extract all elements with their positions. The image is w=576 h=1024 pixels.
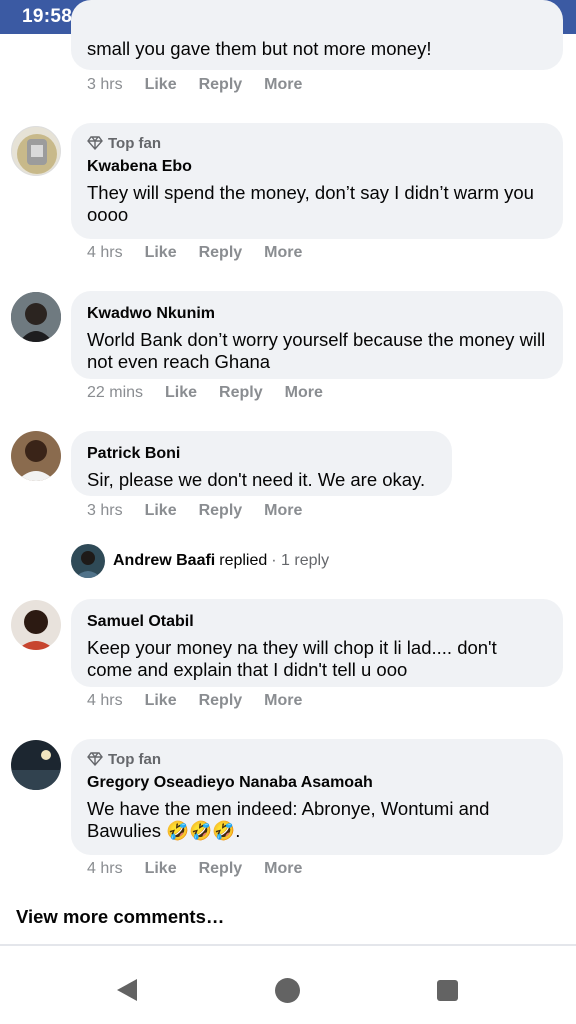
avatar[interactable] — [11, 292, 61, 342]
navigation-bar — [0, 958, 576, 1024]
comment-time: 4 hrs — [87, 244, 123, 261]
comment-text: We have the men indeed: Abronye, Wontumi… — [87, 798, 547, 842]
comment-bubble: Kwadwo Nkunim World Bank don’t worry you… — [71, 291, 563, 379]
comment-text-body: We have the men indeed: Abronye, Wontumi… — [87, 798, 490, 841]
reply-button[interactable]: Reply — [199, 502, 243, 520]
reply-button[interactable]: Reply — [219, 384, 263, 402]
comment-time: 3 hrs — [87, 76, 123, 93]
comment-bubble: small you gave them but not more money! — [71, 0, 563, 70]
comment-actions: 4 hrs Like Reply More — [87, 691, 302, 711]
reply-button[interactable]: Reply — [199, 860, 243, 878]
reply-word: replied — [219, 552, 268, 569]
view-more-comments-link[interactable]: View more comments… — [16, 906, 224, 928]
avatar[interactable] — [11, 126, 61, 176]
comment-text: Keep your money na they will chop it li … — [87, 637, 497, 680]
like-button[interactable]: Like — [145, 692, 177, 710]
recent-apps-icon[interactable] — [437, 980, 458, 1001]
comment-text: World Bank don’t worry yourself because … — [87, 329, 546, 372]
divider — [0, 944, 576, 946]
comment-author[interactable]: Patrick Boni — [87, 443, 436, 464]
more-button[interactable]: More — [264, 692, 302, 710]
comment-text: small you gave them but not more money! — [87, 38, 432, 59]
comment-time: 3 hrs — [87, 502, 123, 519]
comment-bubble: Samuel Otabil Keep your money na they wi… — [71, 599, 563, 687]
comment-author[interactable]: Kwabena Ebo — [87, 156, 547, 177]
comment-actions: 3 hrs Like Reply More — [87, 501, 302, 521]
more-button[interactable]: More — [264, 860, 302, 878]
like-button[interactable]: Like — [145, 502, 177, 520]
back-icon[interactable] — [117, 979, 137, 1001]
avatar — [71, 544, 105, 578]
comment-time: 4 hrs — [87, 860, 123, 877]
like-button[interactable]: Like — [145, 860, 177, 878]
comment-text: Sir, please we don't need it. We are oka… — [87, 469, 426, 490]
top-fan-badge: Top fan — [87, 749, 547, 769]
diamond-icon — [87, 136, 103, 150]
more-button[interactable]: More — [264, 502, 302, 520]
comment-actions: 22 mins Like Reply More — [87, 383, 323, 403]
comment-actions: 3 hrs Like Reply More — [87, 75, 302, 95]
avatar[interactable] — [11, 431, 61, 481]
top-fan-label: Top fan — [108, 134, 162, 152]
reply-summary[interactable]: Andrew Baafi replied · 1 reply — [71, 544, 329, 578]
reply-button[interactable]: Reply — [199, 76, 243, 94]
top-fan-badge: Top fan — [87, 133, 547, 153]
more-button[interactable]: More — [285, 384, 323, 402]
home-icon[interactable] — [275, 978, 300, 1003]
comment-author[interactable]: Kwadwo Nkunim — [87, 303, 547, 324]
diamond-icon — [87, 752, 103, 766]
reply-button[interactable]: Reply — [199, 692, 243, 710]
laughing-emoji-icon: 🤣🤣🤣. — [166, 820, 241, 841]
like-button[interactable]: Like — [145, 76, 177, 94]
reply-button[interactable]: Reply — [199, 244, 243, 262]
like-button[interactable]: Like — [145, 244, 177, 262]
avatar[interactable] — [11, 600, 61, 650]
more-button[interactable]: More — [264, 244, 302, 262]
comment-actions: 4 hrs Like Reply More — [87, 859, 302, 879]
comment-author[interactable]: Gregory Oseadieyo Nanaba Asamoah — [87, 772, 547, 793]
more-button[interactable]: More — [264, 76, 302, 94]
avatar[interactable] — [11, 740, 61, 790]
comment-author[interactable]: Samuel Otabil — [87, 611, 547, 632]
top-fan-label: Top fan — [108, 750, 162, 768]
comment-text: They will spend the money, don’t say I d… — [87, 182, 534, 225]
comment-actions: 4 hrs Like Reply More — [87, 243, 302, 263]
comment-bubble: Top fan Gregory Oseadieyo Nanaba Asamoah… — [71, 739, 563, 855]
comment-time: 22 mins — [87, 384, 144, 401]
status-time: 19:58 — [22, 6, 73, 27]
reply-author: Andrew Baafi — [113, 552, 216, 569]
like-button[interactable]: Like — [165, 384, 197, 402]
comment-bubble: Patrick Boni Sir, please we don't need i… — [71, 431, 452, 496]
reply-count: · 1 reply — [271, 552, 330, 569]
comment-time: 4 hrs — [87, 692, 123, 709]
comment-bubble: Top fan Kwabena Ebo They will spend the … — [71, 123, 563, 239]
